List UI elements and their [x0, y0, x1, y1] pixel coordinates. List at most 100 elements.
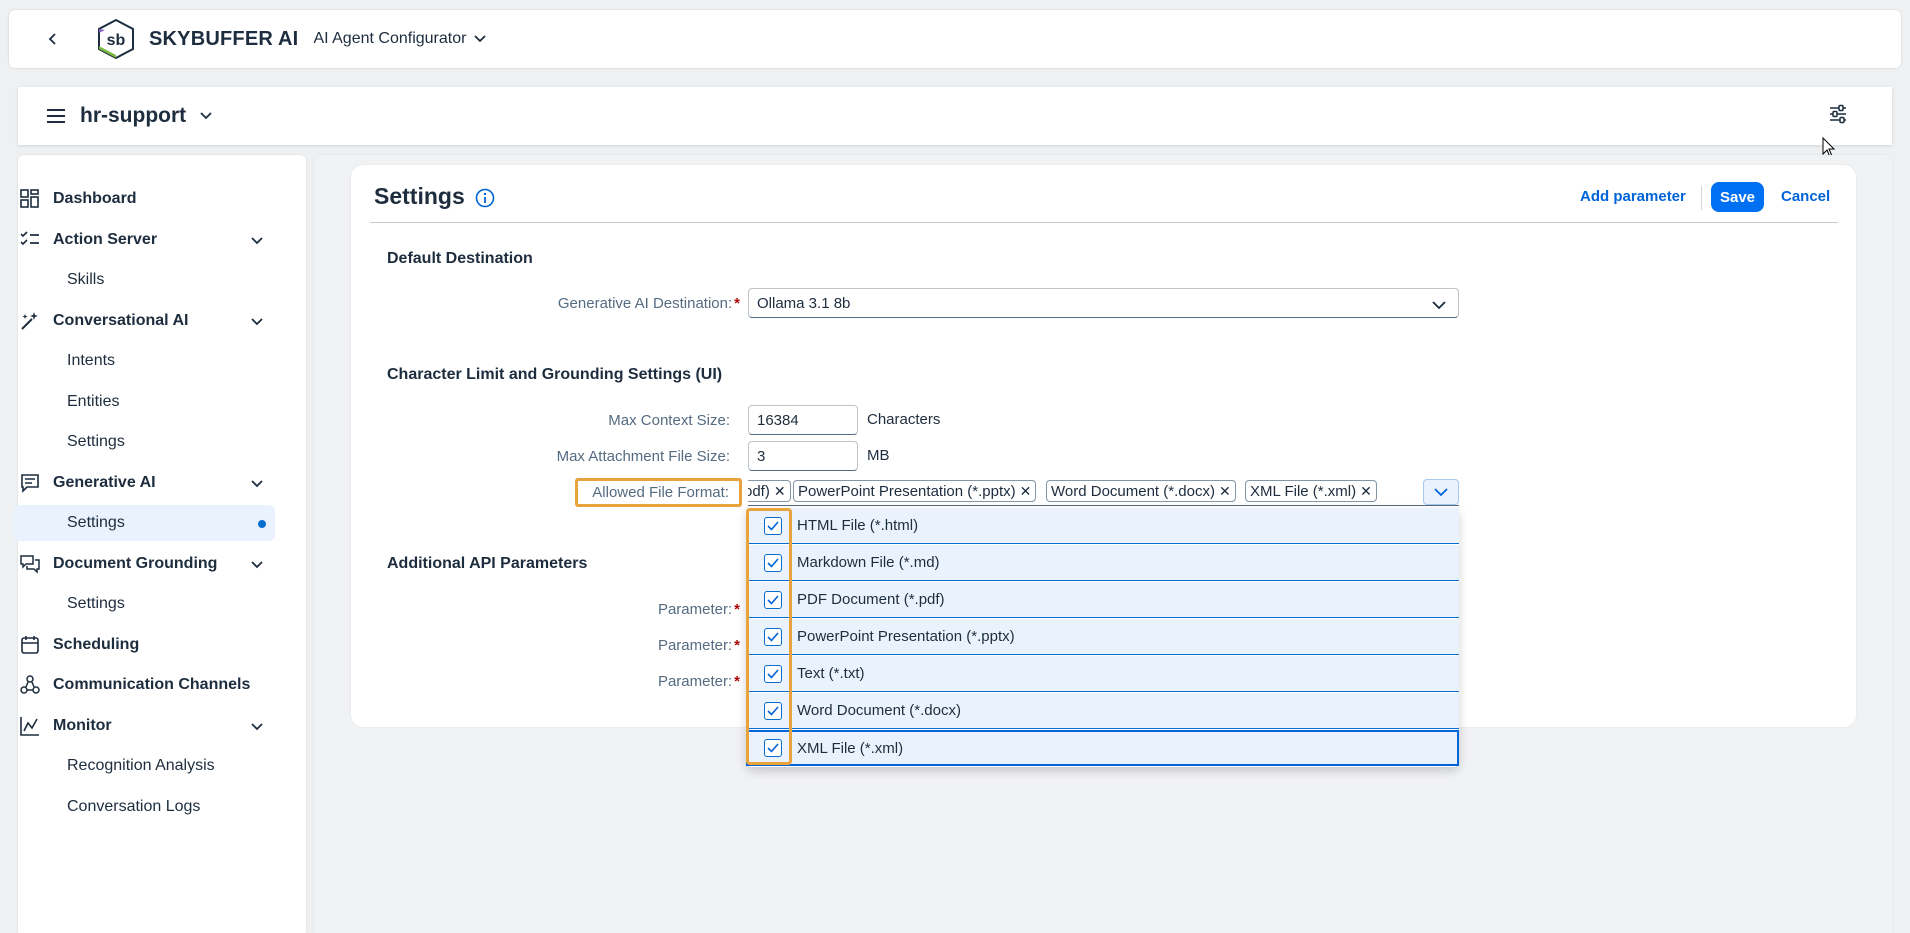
max-context-unit: Characters	[867, 411, 941, 428]
list-item[interactable]: PDF Document (*.pdf)	[746, 582, 1459, 618]
list-item[interactable]: PowerPoint Presentation (*.pptx)	[746, 619, 1459, 655]
close-icon: ✕	[1019, 482, 1032, 499]
list-item[interactable]: XML File (*.xml)	[746, 730, 1459, 766]
sidebar-item-grounding-settings[interactable]: Settings	[13, 586, 275, 622]
sidebar-item-label: Settings	[67, 433, 125, 450]
sidebar-item-label: Conversational AI	[53, 312, 189, 329]
sidebar-item-label: Document Grounding	[53, 555, 218, 572]
sidebar-item-conversational-ai[interactable]: Conversational AI	[13, 303, 275, 339]
chevron-down-icon	[251, 232, 263, 250]
checkbox[interactable]	[764, 702, 782, 720]
checkmark-icon	[767, 743, 779, 753]
sidebar-item-scheduling[interactable]: Scheduling	[13, 627, 275, 663]
section-title-default-destination: Default Destination	[387, 250, 533, 267]
sidebar-item-dashboard[interactable]: Dashboard	[13, 181, 275, 217]
toolbar-divider	[1701, 186, 1702, 210]
parameter-label: Parameter: *	[657, 601, 740, 618]
sidebar-item-communication-channels[interactable]: Communication Channels	[13, 667, 275, 703]
checkbox[interactable]	[764, 517, 782, 535]
settings-sliders-icon[interactable]	[1828, 104, 1852, 128]
close-icon: ✕	[1218, 482, 1231, 499]
multiselect-dropdown-toggle[interactable]	[1423, 479, 1459, 505]
sidebar-item-label: Intents	[67, 352, 116, 369]
max-context-label: Max Context Size:	[608, 412, 730, 429]
app-header: hr-support	[18, 87, 1892, 145]
max-attach-unit: MB	[867, 447, 890, 464]
sidebar-item-intents[interactable]: Intents	[13, 343, 275, 379]
brand-name: SKYBUFFER AI	[149, 27, 299, 50]
sidebar-item-action-server[interactable]: Action Server	[13, 222, 275, 258]
format-token[interactable]: Word Document (*.docx) ✕	[1046, 480, 1236, 502]
format-token[interactable]: PowerPoint Presentation (*.pptx) ✕	[793, 480, 1037, 502]
sidebar-item-conversation-logs[interactable]: Conversation Logs	[13, 789, 275, 825]
max-attach-input[interactable]: 3	[748, 441, 858, 471]
sidebar-item-entities[interactable]: Entities	[13, 384, 275, 420]
format-token[interactable]: XML File (*.xml) ✕	[1245, 480, 1377, 502]
list-item[interactable]: Text (*.txt)	[746, 656, 1459, 692]
destination-select[interactable]: Ollama 3.1 8b	[748, 288, 1459, 318]
line-chart-icon	[19, 715, 41, 737]
app-switcher[interactable]: AI Agent Configurator	[313, 30, 487, 48]
sidebar-item-generative-ai[interactable]: Generative AI	[13, 465, 275, 501]
allowed-file-format-multiselect[interactable]: odf)✕ PowerPoint Presentation (*.pptx)✕ …	[748, 478, 1459, 506]
sidebar-item-generative-settings[interactable]: Settings	[13, 505, 275, 541]
parameter-label: Parameter: *	[657, 673, 740, 690]
add-parameter-button[interactable]: Add parameter	[1580, 188, 1686, 205]
destination-value: Ollama 3.1 8b	[757, 294, 851, 312]
sidebar-item-document-grounding[interactable]: Document Grounding	[13, 546, 275, 582]
option-label: PowerPoint Presentation (*.pptx)	[797, 628, 1015, 645]
option-label: XML File (*.xml)	[797, 739, 904, 757]
magic-wand-icon	[19, 310, 41, 332]
list-item[interactable]: Markdown File (*.md)	[746, 545, 1459, 581]
chevron-down-icon	[251, 718, 263, 736]
chevron-down-icon	[1432, 297, 1446, 315]
chevron-down-icon	[251, 556, 263, 574]
checkbox[interactable]	[764, 628, 782, 646]
list-item[interactable]: HTML File (*.html)	[746, 508, 1459, 544]
chevron-down-icon[interactable]	[200, 112, 212, 120]
chevron-down-icon	[474, 30, 487, 48]
option-label: Markdown File (*.md)	[797, 554, 940, 571]
page-title: hr-support	[80, 104, 187, 127]
info-icon[interactable]	[475, 188, 495, 208]
svg-text:sb: sb	[107, 32, 126, 49]
allowed-file-format-label: Allowed File Format:	[575, 478, 742, 507]
checkbox[interactable]	[764, 554, 782, 572]
save-button[interactable]: Save	[1711, 182, 1764, 212]
sidebar-item-recognition-analysis[interactable]: Recognition Analysis	[13, 748, 275, 784]
title-separator	[370, 222, 1838, 223]
close-icon: ✕	[773, 482, 786, 499]
cancel-button[interactable]: Cancel	[1781, 188, 1830, 205]
selected-indicator	[258, 520, 266, 528]
format-token[interactable]: odf)✕	[748, 480, 791, 502]
sidebar-item-label: Conversation Logs	[67, 798, 201, 815]
sidebar-item-label: Settings	[67, 595, 125, 612]
chevron-down-icon	[251, 475, 263, 493]
checkmark-icon	[767, 521, 779, 531]
dashboard-icon	[19, 188, 41, 210]
sidebar-item-label: Skills	[67, 271, 105, 288]
max-attach-label: Max Attachment File Size:	[556, 448, 730, 465]
sidebar-item-label: Action Server	[53, 231, 158, 248]
close-icon: ✕	[1360, 482, 1372, 499]
file-format-dropdown: HTML File (*.html) Markdown File (*.md) …	[746, 508, 1459, 767]
sidebar-item-monitor[interactable]: Monitor	[13, 708, 275, 744]
sidebar-item-label: Recognition Analysis	[67, 757, 215, 774]
back-icon[interactable]	[40, 26, 66, 52]
checklist-icon	[19, 229, 41, 251]
settings-title: Settings	[374, 183, 465, 209]
chevron-down-icon	[1434, 488, 1448, 497]
menu-icon[interactable]	[44, 104, 68, 128]
sidebar-item-conversational-settings[interactable]: Settings	[13, 424, 275, 460]
company-logo: sb	[95, 18, 137, 60]
message-icon	[19, 472, 41, 494]
sidebar-item-skills[interactable]: Skills	[13, 262, 275, 298]
checkbox[interactable]	[764, 739, 782, 757]
sidebar-item-label: Scheduling	[53, 636, 140, 653]
max-context-input[interactable]: 16384	[748, 405, 858, 435]
list-item[interactable]: Word Document (*.docx)	[746, 693, 1459, 729]
option-label: Text (*.txt)	[797, 665, 865, 682]
checkbox[interactable]	[764, 665, 782, 683]
checkmark-icon	[767, 669, 779, 679]
checkbox[interactable]	[764, 591, 782, 609]
